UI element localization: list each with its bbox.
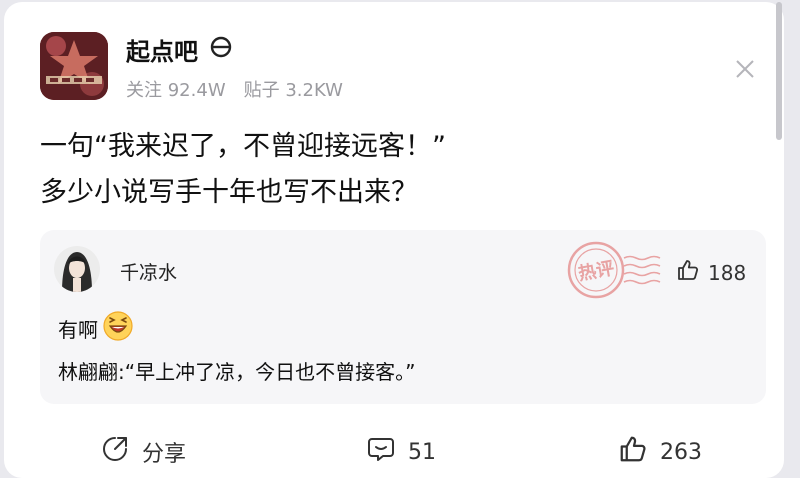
forum-title[interactable]: 起点吧 [126, 32, 232, 67]
followers-label: 关注 [126, 80, 162, 101]
thumbs-up-icon [676, 258, 700, 287]
post-title-line2: 多少小说写手十年也写不出来？ [40, 177, 418, 208]
comment-icon [366, 434, 396, 470]
comment-line2: 林翩翩:“早上冲了凉，今日也不曾接客。” [58, 360, 416, 384]
hot-comment[interactable]: 千凉水 热评 188 有啊 林翩翩:“早上冲了凉，今日也不曾接客。” [40, 230, 766, 404]
forum-badge-icon [210, 36, 232, 64]
comment-body: 有啊 林翩翩:“早上冲了凉，今日也不曾接客。” [58, 310, 415, 385]
commenter-avatar[interactable] [54, 246, 100, 292]
followers-count: 92.4W [167, 80, 226, 101]
hot-comment-stamp-text: 热评 [577, 257, 616, 285]
forum-name[interactable]: 起点吧 [126, 32, 198, 67]
comment-line1: 有啊 [58, 317, 98, 342]
post-title[interactable]: 一句“我来迟了，不曾迎接远客！” 多少小说写手十年也写不出来？ [40, 124, 760, 216]
posts-stat: 贴子 3.2KW [244, 76, 343, 102]
comment-like-count: 188 [708, 260, 747, 285]
thumbs-up-icon [618, 434, 648, 470]
share-label: 分享 [142, 442, 187, 467]
share-icon [100, 434, 130, 470]
comment-count: 51 [408, 439, 436, 465]
laughing-emoji-icon [102, 310, 134, 347]
close-icon[interactable] [732, 56, 758, 82]
posts-count: 3.2KW [285, 80, 343, 101]
followers-stat: 关注 92.4W [126, 76, 226, 102]
forum-stats: 关注 92.4W 贴子 3.2KW [126, 76, 343, 102]
action-bar: 分享 51 263 [4, 428, 784, 474]
posts-label: 贴子 [243, 80, 280, 101]
post-card[interactable]: 起点吧 关注 92.4W 贴子 3.2KW 一句“我来迟了，不曾迎接远客！” 多… [4, 2, 784, 478]
post-title-line1: 一句“我来迟了，不曾迎接远客！” [40, 131, 446, 162]
like-button[interactable]: 263 [618, 434, 702, 470]
comment-like-button[interactable]: 188 [676, 258, 746, 287]
scrollbar[interactable] [776, 2, 782, 140]
share-button[interactable]: 分享 [100, 434, 186, 470]
forum-avatar[interactable] [40, 32, 108, 100]
comment-button[interactable]: 51 [366, 434, 436, 470]
like-count: 263 [660, 439, 702, 465]
hot-comment-stamp: 热评 [562, 238, 662, 302]
commenter-name[interactable]: 千凉水 [120, 258, 177, 285]
